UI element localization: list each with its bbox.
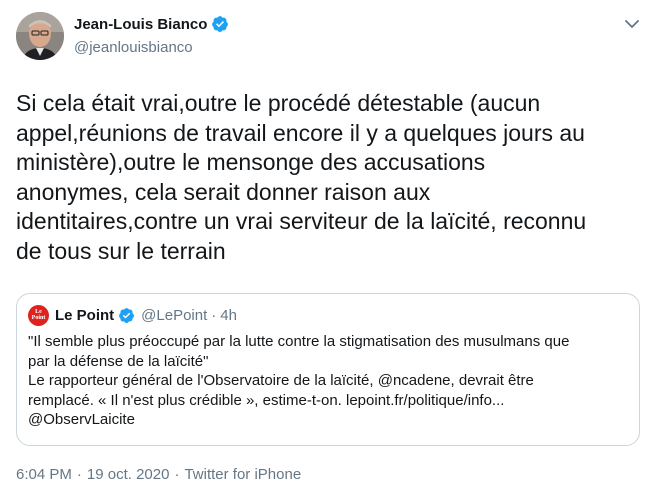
- quoted-text-line: Le rapporteur général de l'Observatoire …: [28, 372, 534, 390]
- tweet-text-line: de tous sur le terrain: [16, 237, 226, 264]
- tweet-source[interactable]: Twitter for iPhone: [184, 466, 301, 483]
- quoted-text-line: @ObservLaicite: [28, 411, 135, 429]
- tweet-date[interactable]: 19 oct. 2020: [87, 466, 170, 483]
- tweet-text-line: appel,réunions de travail encore il y a …: [16, 119, 585, 146]
- quoted-text-line: par la défense de la laïcité": [28, 352, 209, 370]
- tweet-text-line: anonymes, cela serait donner raison aux: [16, 178, 431, 205]
- tweet-text-line: identitaires,contre un vrai serviteur de…: [16, 208, 587, 235]
- quoted-tweet[interactable]: Le Point Le Point @LePoint · 4h "Il semb…: [16, 293, 640, 446]
- tweet-text: Si cela était vrai,outre le procédé déte…: [16, 89, 648, 267]
- quoted-handle[interactable]: @LePoint: [141, 307, 207, 324]
- tweet-text-line: Si cela était vrai,outre le procédé déte…: [16, 90, 541, 116]
- separator-dot: ·: [76, 466, 82, 483]
- quoted-display-name[interactable]: Le Point: [55, 307, 114, 324]
- tweet-card: Jean-Louis Bianco @jeanlouisbianco Si ce…: [0, 0, 668, 499]
- verified-badge-icon: [211, 15, 229, 33]
- quoted-tweet-text: "Il semble plus préoccupé par la lutte c…: [28, 332, 628, 430]
- separator-dot: ·: [211, 306, 217, 324]
- separator-dot: ·: [174, 466, 180, 483]
- quoted-tweet-header: Le Point Le Point @LePoint · 4h: [28, 304, 237, 326]
- tweet-time[interactable]: 6:04 PM: [16, 466, 72, 483]
- chevron-down-icon[interactable]: [622, 14, 642, 34]
- author-display-name[interactable]: Jean-Louis Bianco: [74, 16, 207, 33]
- author-handle[interactable]: @jeanlouisbianco: [74, 39, 229, 56]
- quoted-avatar[interactable]: Le Point: [28, 304, 49, 326]
- quoted-timestamp[interactable]: 4h: [220, 307, 237, 324]
- tweet-footer: 6:04 PM · 19 oct. 2020 · Twitter for iPh…: [16, 466, 301, 483]
- tweet-text-line: ministère),outre le mensonge des accusat…: [16, 149, 486, 176]
- author-header: Jean-Louis Bianco @jeanlouisbianco: [74, 14, 229, 56]
- avatar[interactable]: [16, 12, 64, 60]
- verified-badge-icon: [118, 307, 135, 324]
- quoted-text-line: "Il semble plus préoccupé par la lutte c…: [28, 333, 570, 350]
- quoted-text-line: remplacé. « Il n'est plus crédible », es…: [28, 391, 505, 409]
